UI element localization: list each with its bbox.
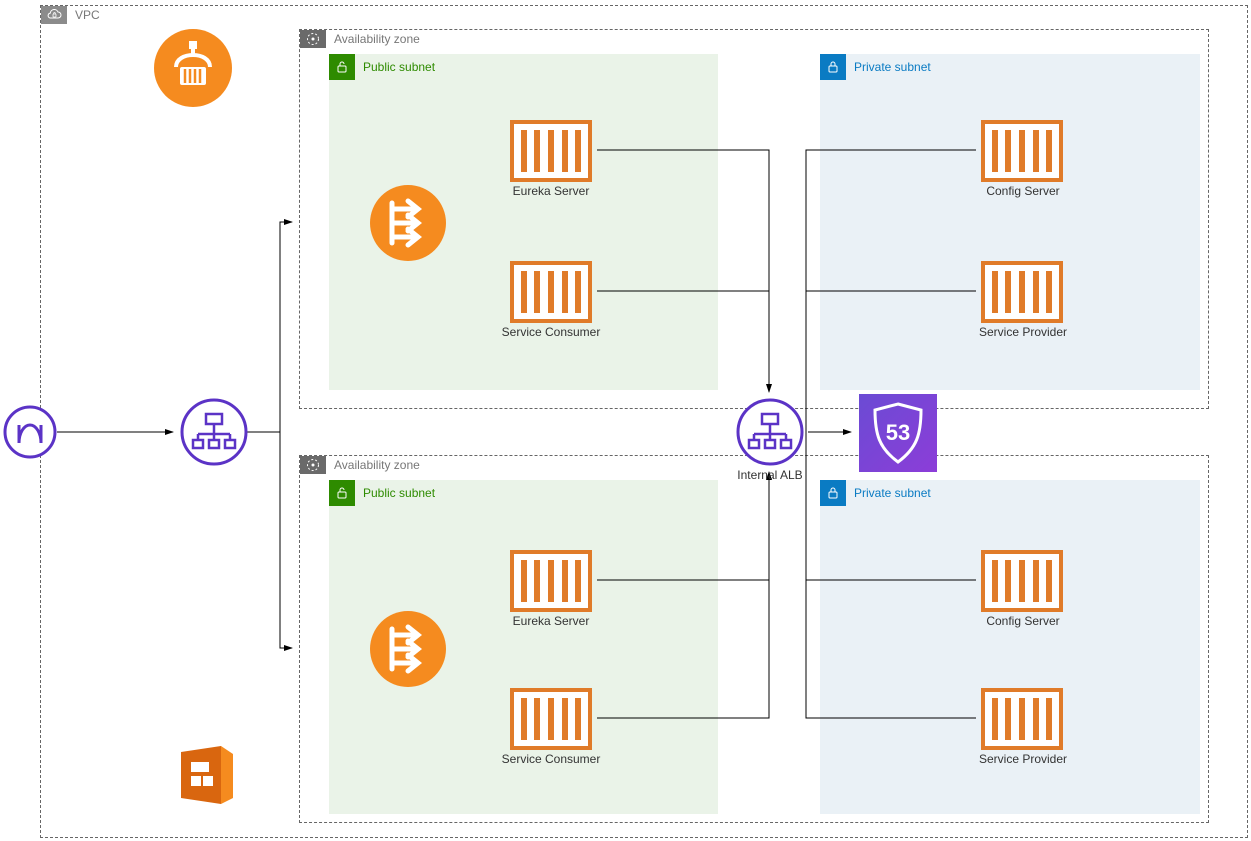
- az1-badge: [300, 30, 326, 48]
- internet-gateway-icon: [3, 405, 57, 459]
- consumer2-label: Service Consumer: [500, 752, 602, 766]
- private2-badge: [820, 480, 846, 506]
- private1-label: Private subnet: [854, 60, 931, 74]
- eureka1-label: Eureka Server: [500, 184, 602, 198]
- consumer1-label: Service Consumer: [500, 325, 602, 339]
- az2-badge: [300, 456, 326, 474]
- nat-gateway-1-icon: [370, 185, 446, 261]
- provider2-label: Service Provider: [972, 752, 1074, 766]
- location-dashed-icon: [306, 32, 320, 46]
- eureka2-label: Eureka Server: [500, 614, 602, 628]
- nat-gateway-2-icon: [370, 611, 446, 687]
- diagram-canvas: VPC Availability zone Public subnet: [0, 0, 1251, 841]
- lock-open-icon: [335, 486, 349, 500]
- route53-icon: 53: [859, 394, 937, 472]
- internal-alb-icon: [736, 398, 804, 466]
- ecs-icon: [169, 742, 241, 814]
- ecr-icon: [154, 29, 232, 107]
- public1-badge: [329, 54, 355, 80]
- config2-label: Config Server: [972, 614, 1074, 628]
- config1-label: Config Server: [972, 184, 1074, 198]
- lock-icon: [826, 60, 840, 74]
- external-alb-icon: [180, 398, 248, 466]
- vpc-label: VPC: [75, 8, 100, 22]
- public2-label: Public subnet: [363, 486, 435, 500]
- lock-open-icon: [335, 60, 349, 74]
- lock-icon: [826, 486, 840, 500]
- cloud-lock-icon: [45, 9, 63, 21]
- private2-label: Private subnet: [854, 486, 931, 500]
- public2-badge: [329, 480, 355, 506]
- private-subnet-1: Private subnet: [820, 54, 1200, 390]
- az1-label: Availability zone: [334, 32, 420, 46]
- internal-alb-label: Internal ALB: [730, 468, 810, 482]
- provider1-label: Service Provider: [972, 325, 1074, 339]
- public1-label: Public subnet: [363, 60, 435, 74]
- az2-label: Availability zone: [334, 458, 420, 472]
- location-dashed-icon: [306, 458, 320, 472]
- svg-text:53: 53: [886, 420, 910, 445]
- private1-badge: [820, 54, 846, 80]
- vpc-badge: [41, 6, 67, 24]
